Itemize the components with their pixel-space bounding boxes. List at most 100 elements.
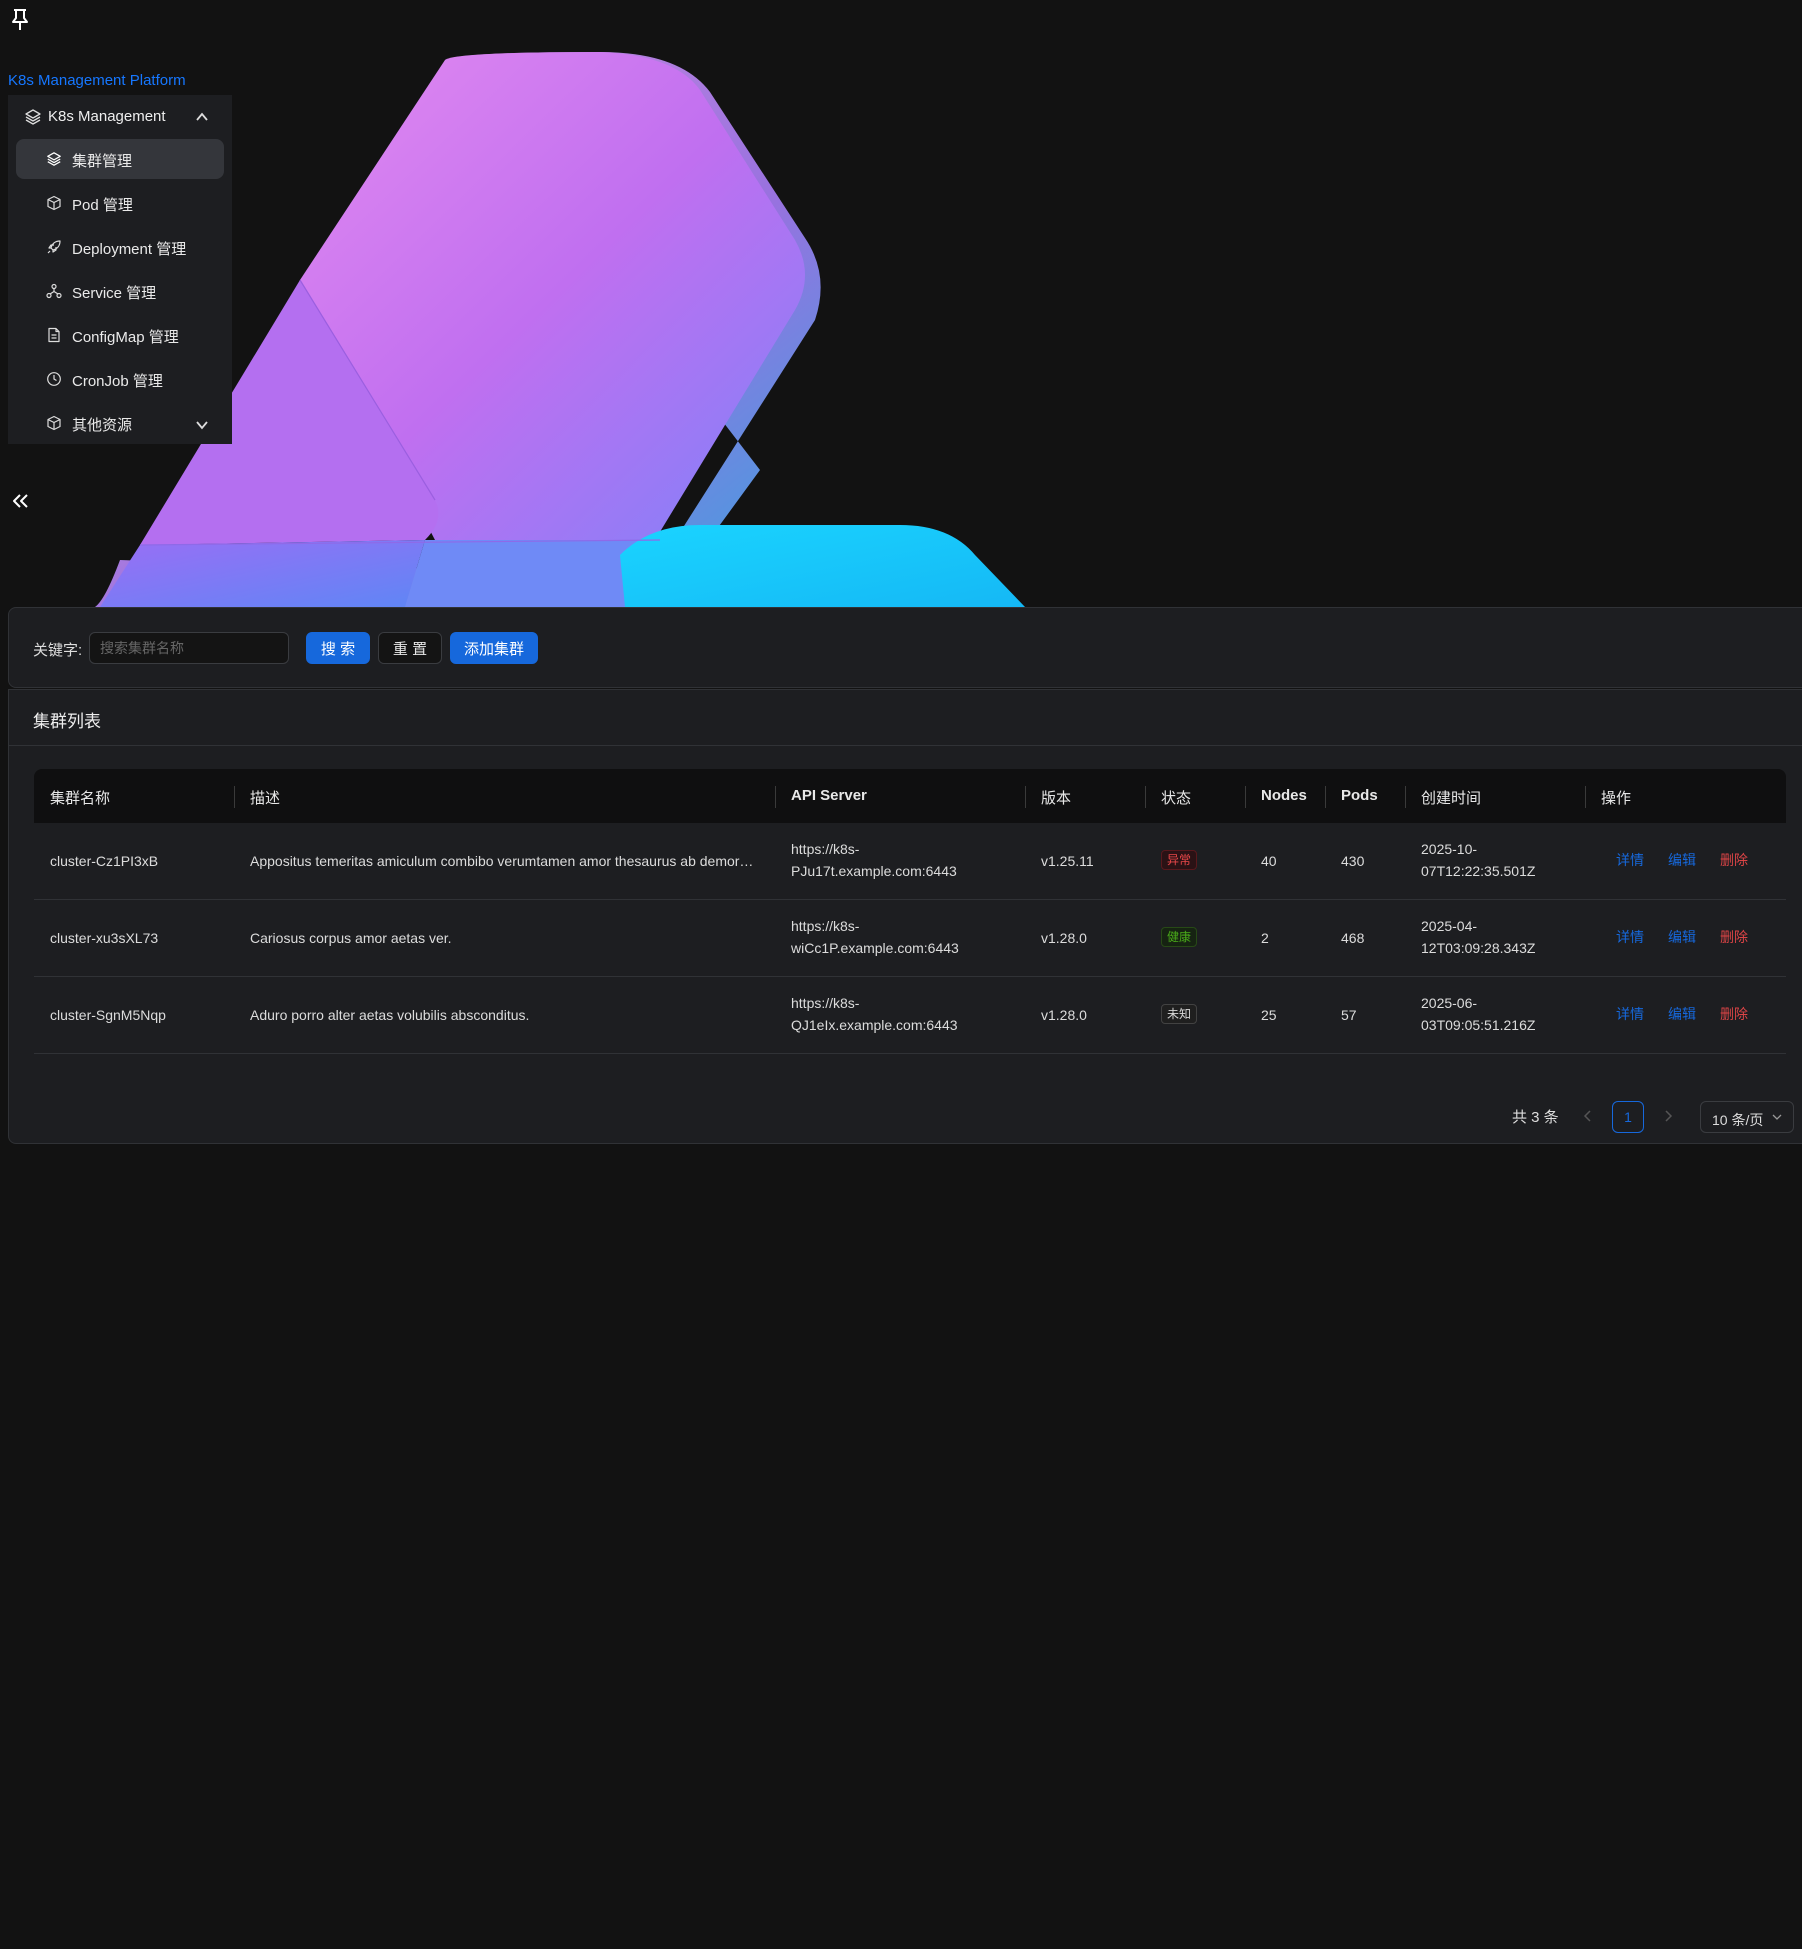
table-row: cluster-Cz1PI3xB Appositus temeritas ami… — [34, 823, 1786, 900]
sidebar-item-label: 其他资源 — [72, 417, 133, 434]
pod-count: 57 — [1341, 1007, 1357, 1023]
column-header-created: 创建时间 — [1421, 790, 1482, 807]
status-badge: 健康 — [1161, 927, 1198, 947]
column-header-status: 状态 — [1161, 790, 1192, 807]
column-header-description: 描述 — [250, 790, 281, 807]
cluster-table: 集群名称 描述 API Server 版本 状态 Nodes Pods 创建时间… — [34, 769, 1794, 1133]
column-separator — [775, 786, 776, 808]
created-time: 2025-06- 03T09:05:51.216Z — [1421, 995, 1536, 1033]
page-size-value: 10 条/页 — [1712, 1112, 1764, 1128]
status-badge: 未知 — [1161, 1004, 1198, 1024]
prev-page-icon[interactable] — [1580, 1108, 1596, 1124]
pod-count: 430 — [1341, 853, 1365, 869]
sidebar-item-services[interactable]: Service 管理 — [16, 271, 224, 311]
created-time: 2025-04- 12T03:09:28.343Z — [1421, 918, 1536, 956]
details-link[interactable]: 详情 — [1616, 927, 1644, 947]
card-title: 集群列表 — [33, 712, 101, 731]
details-link[interactable]: 详情 — [1616, 850, 1644, 870]
column-separator — [1585, 786, 1586, 808]
api-server: https://k8s- PJu17t.example.com:6443 — [791, 841, 957, 879]
sidebar-item-deployments[interactable]: Deployment 管理 — [16, 227, 224, 267]
pin-icon[interactable] — [9, 8, 31, 32]
sidebar-item-pods[interactable]: Pod 管理 — [16, 183, 224, 223]
chevron-up-icon — [196, 112, 208, 121]
search-input[interactable] — [89, 632, 289, 664]
delete-link[interactable]: 删除 — [1720, 927, 1748, 947]
sidebar-menu: K8s Management 集群管理 Pod 管理 Deployment 管理… — [8, 95, 232, 444]
clock-icon — [47, 372, 61, 386]
brand-title[interactable]: K8s Management Platform — [8, 72, 186, 89]
column-header-actions: 操作 — [1601, 790, 1632, 807]
column-separator — [1025, 786, 1026, 808]
sidebar-item-label: 集群管理 — [72, 153, 133, 170]
column-header-pods: Pods — [1341, 787, 1378, 804]
column-separator — [1245, 786, 1246, 808]
menu-group-k8s[interactable]: K8s Management — [8, 95, 232, 139]
api-server: https://k8s- QJ1eIx.example.com:6443 — [791, 995, 958, 1033]
status-badge: 异常 — [1161, 850, 1198, 870]
column-header-version: 版本 — [1041, 790, 1072, 807]
edit-link[interactable]: 编辑 — [1668, 927, 1696, 947]
add-cluster-button[interactable]: 添加集群 — [450, 632, 538, 664]
network-icon — [46, 283, 62, 299]
file-icon — [48, 327, 60, 343]
collapse-sidebar-icon[interactable] — [10, 490, 32, 512]
delete-link[interactable]: 删除 — [1720, 1004, 1748, 1024]
column-header-api-server: API Server — [791, 787, 867, 804]
delete-link[interactable]: 删除 — [1720, 850, 1748, 870]
sidebar-item-other-resources[interactable]: 其他资源 — [16, 403, 224, 443]
cluster-version: v1.28.0 — [1041, 1007, 1087, 1023]
table-row: cluster-SgnM5Nqp Aduro porro alter aetas… — [34, 977, 1786, 1054]
column-header-name: 集群名称 — [50, 790, 111, 807]
cluster-description: Cariosus corpus amor aetas ver. — [250, 930, 452, 946]
edit-link[interactable]: 编辑 — [1668, 850, 1696, 870]
cluster-version: v1.28.0 — [1041, 930, 1087, 946]
details-link[interactable]: 详情 — [1616, 1004, 1644, 1024]
column-separator — [1405, 786, 1406, 808]
pod-count: 468 — [1341, 930, 1365, 946]
chevron-down-icon — [196, 421, 208, 430]
cluster-name: cluster-xu3sXL73 — [50, 930, 159, 946]
cluster-list-card: 集群列表 集群名称 描述 API Server 版本 状态 Nodes Pods… — [8, 689, 1802, 1144]
rocket-icon — [47, 240, 61, 254]
reset-button[interactable]: 重 置 — [378, 632, 442, 664]
sidebar-item-clusters[interactable]: 集群管理 — [16, 139, 224, 179]
edit-link[interactable]: 编辑 — [1668, 1004, 1696, 1024]
search-panel: 关键字: 搜 索 重 置 添加集群 — [8, 607, 1802, 688]
pagination: 共 3 条 1 10 条/页 — [34, 1100, 1794, 1134]
sidebar-item-label: CronJob 管理 — [72, 373, 163, 390]
column-separator — [1325, 786, 1326, 808]
api-server: https://k8s-wiCc1P.example.com:6443 — [791, 918, 959, 956]
table-header: 集群名称 描述 API Server 版本 状态 Nodes Pods 创建时间… — [34, 769, 1786, 823]
cluster-description: Appositus temeritas amiculum combibo ver… — [250, 853, 754, 869]
box-icon — [47, 415, 61, 431]
layers-icon — [47, 152, 61, 166]
cluster-description: Aduro porro alter aetas volubilis abscon… — [250, 1007, 530, 1023]
node-count: 25 — [1261, 1007, 1277, 1023]
column-header-nodes: Nodes — [1261, 787, 1307, 804]
next-page-icon[interactable] — [1660, 1108, 1676, 1124]
column-separator — [1145, 786, 1146, 808]
keyword-label: 关键字: — [33, 642, 83, 659]
sidebar-item-label: ConfigMap 管理 — [72, 329, 179, 346]
sidebar-item-cronjobs[interactable]: CronJob 管理 — [16, 359, 224, 399]
sidebar-item-label: Pod 管理 — [72, 197, 133, 214]
created-time: 2025-10- 07T12:22:35.501Z — [1421, 841, 1536, 879]
layers-icon — [25, 109, 41, 125]
column-separator — [234, 786, 235, 808]
box-icon — [47, 195, 61, 211]
cluster-name: cluster-Cz1PI3xB — [50, 853, 159, 869]
cluster-name: cluster-SgnM5Nqp — [50, 1007, 166, 1023]
hero-graphic — [95, 52, 1025, 607]
sidebar-item-configmaps[interactable]: ConfigMap 管理 — [16, 315, 224, 355]
divider — [9, 745, 1802, 746]
page-size-select[interactable]: 10 条/页 — [1700, 1101, 1794, 1133]
sidebar-item-label: Service 管理 — [72, 285, 157, 302]
table-row: cluster-xu3sXL73 Cariosus corpus amor ae… — [34, 900, 1786, 977]
node-count: 40 — [1261, 853, 1277, 869]
sidebar-item-label: Deployment 管理 — [72, 241, 187, 258]
search-button[interactable]: 搜 索 — [306, 632, 370, 664]
node-count: 2 — [1261, 930, 1269, 946]
page-number-button[interactable]: 1 — [1612, 1101, 1644, 1133]
cluster-version: v1.25.11 — [1041, 853, 1094, 869]
